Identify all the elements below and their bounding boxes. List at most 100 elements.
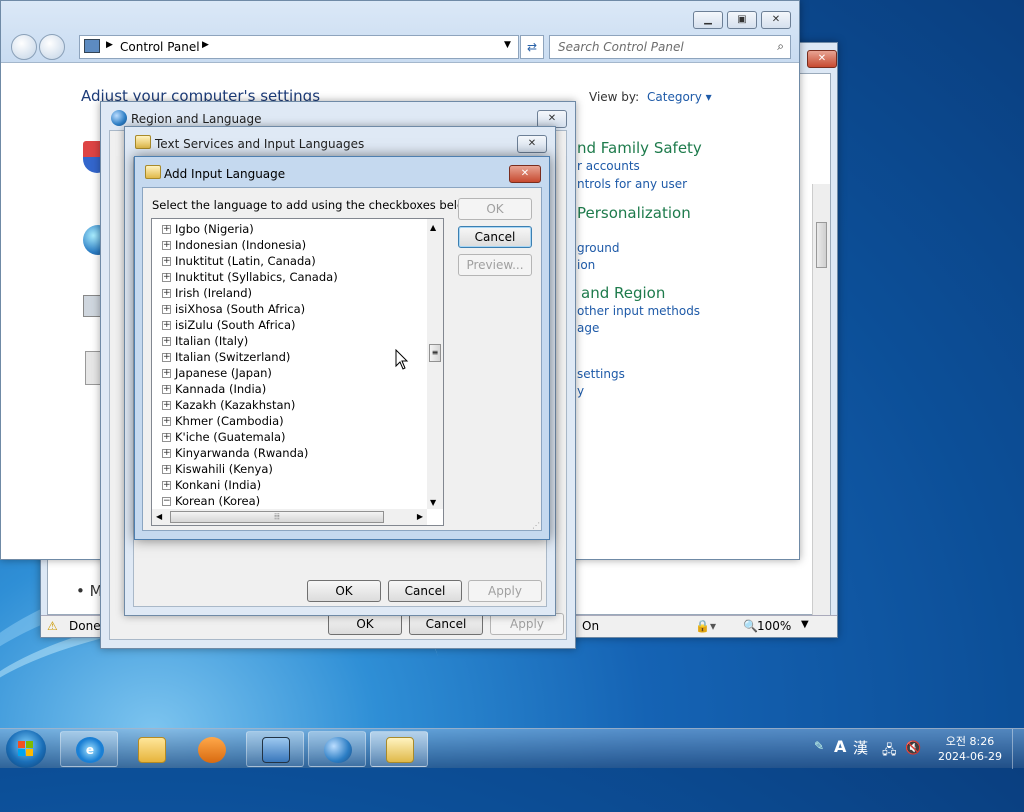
expand-icon[interactable]: +	[162, 225, 171, 234]
expand-icon[interactable]: +	[162, 417, 171, 426]
expand-icon[interactable]: +	[162, 337, 171, 346]
ime-mode[interactable]: A	[834, 737, 846, 756]
preview-button[interactable]: Preview...	[458, 254, 532, 276]
ime-tools-icon[interactable]: ✎	[814, 739, 830, 755]
expand-icon[interactable]: +	[162, 369, 171, 378]
resize-grip-icon[interactable]: ⋰	[532, 521, 540, 530]
cancel-button[interactable]: Cancel	[458, 226, 532, 248]
expand-icon[interactable]: −	[162, 497, 171, 506]
network-icon[interactable]: 🖧	[882, 741, 897, 763]
breadcrumb-arrow-icon[interactable]: ▶	[106, 40, 113, 50]
ime-hanja[interactable]: 漢	[853, 737, 868, 758]
category-link[interactable]: ion	[577, 258, 595, 272]
forward-button[interactable]	[39, 34, 65, 60]
zoom-chevron-down-icon[interactable]: ▼	[801, 619, 809, 630]
category-title-region[interactable]: and Region	[581, 284, 665, 302]
close-icon[interactable]: ✕	[517, 135, 547, 153]
expand-icon[interactable]: +	[162, 289, 171, 298]
breadcrumb-arrow-icon[interactable]: ▶	[202, 40, 209, 50]
category-link[interactable]: other input methods	[577, 304, 700, 318]
ok-button[interactable]: OK	[328, 613, 402, 635]
show-desktop-button[interactable]	[1012, 729, 1024, 769]
expand-icon[interactable]: +	[162, 273, 171, 282]
expand-icon[interactable]: +	[162, 401, 171, 410]
start-orb-icon[interactable]	[6, 730, 46, 768]
category-title-personalization[interactable]: Personalization	[577, 204, 691, 222]
expand-icon[interactable]: +	[162, 257, 171, 266]
refresh-icon[interactable]: ⇄	[520, 35, 544, 59]
category-link[interactable]: r accounts	[577, 159, 640, 173]
category-link[interactable]: y	[577, 384, 584, 398]
category-link[interactable]: ntrols for any user	[577, 177, 687, 191]
minimize-icon[interactable]: ▁	[693, 11, 723, 29]
scroll-right-icon[interactable]: ▶	[417, 512, 423, 521]
vertical-scrollbar[interactable]: ▲ ≡ ▼	[427, 219, 443, 509]
language-tree-item[interactable]: + Inuktitut (Syllabics, Canada)	[152, 269, 427, 285]
taskbar-keyboard[interactable]	[370, 731, 428, 767]
breadcrumb[interactable]: Control Panel	[120, 40, 200, 54]
ok-button[interactable]: OK	[458, 198, 532, 220]
expand-icon[interactable]: +	[162, 353, 171, 362]
language-tree-item[interactable]: + Konkani (India)	[152, 477, 427, 493]
zoom-icon[interactable]: 🔍	[743, 619, 758, 633]
scroll-left-icon[interactable]: ◀	[156, 512, 162, 521]
language-tree-item[interactable]: + Irish (Ireland)	[152, 285, 427, 301]
search-input[interactable]: Search Control Panel ⌕	[549, 35, 791, 59]
expand-icon[interactable]: +	[162, 241, 171, 250]
taskbar-region-language[interactable]	[308, 731, 366, 767]
security-lock-icon[interactable]: 🔒▾	[695, 619, 716, 633]
search-icon[interactable]: ⌕	[777, 39, 784, 54]
expand-icon[interactable]: +	[162, 481, 171, 490]
language-tree-item[interactable]: + K'iche (Guatemala)	[152, 429, 427, 445]
h-scroll-thumb[interactable]: ⦙⦙⦙	[170, 511, 384, 523]
expand-icon[interactable]: +	[162, 465, 171, 474]
language-tree-item[interactable]: + Kinyarwanda (Rwanda)	[152, 445, 427, 461]
browser-scrollbar[interactable]	[812, 184, 830, 632]
expand-icon[interactable]: +	[162, 321, 171, 330]
taskbar-explorer[interactable]	[122, 731, 180, 767]
language-tree-item[interactable]: + Inuktitut (Latin, Canada)	[152, 253, 427, 269]
language-tree-item[interactable]: + isiZulu (South Africa)	[152, 317, 427, 333]
language-tree-item[interactable]: + Igbo (Nigeria)	[152, 221, 427, 237]
language-tree-item[interactable]: + Italian (Switzerland)	[152, 349, 427, 365]
expand-icon[interactable]: +	[162, 385, 171, 394]
clock[interactable]: 오전 8:26 2024-06-29	[934, 734, 1006, 764]
language-tree-item[interactable]: + isiXhosa (South Africa)	[152, 301, 427, 317]
zoom-level[interactable]: 100%	[757, 619, 791, 633]
language-tree-item[interactable]: + Kazakh (Kazakhstan)	[152, 397, 427, 413]
language-tree-item[interactable]: + Kiswahili (Kenya)	[152, 461, 427, 477]
scroll-up-icon[interactable]: ▲	[430, 223, 436, 232]
cancel-button[interactable]: Cancel	[388, 580, 462, 602]
address-chevron-down-icon[interactable]: ▼	[504, 40, 511, 50]
view-by-dropdown[interactable]: Category ▾	[647, 90, 712, 104]
cancel-button[interactable]: Cancel	[409, 613, 483, 635]
address-bar[interactable]: ▶ Control Panel ▶ ▼	[79, 35, 519, 59]
apply-button[interactable]: Apply	[490, 613, 564, 635]
taskbar-internet-explorer[interactable]: e	[60, 731, 118, 767]
scroll-thumb[interactable]: ≡	[429, 344, 441, 362]
language-tree-item[interactable]: + Japanese (Japan)	[152, 365, 427, 381]
ok-button[interactable]: OK	[307, 580, 381, 602]
volume-muted-icon[interactable]: 🔇	[905, 741, 921, 756]
scroll-thumb[interactable]	[816, 222, 827, 268]
category-link[interactable]: settings	[577, 367, 625, 381]
category-link[interactable]: ground	[577, 241, 619, 255]
expand-icon[interactable]: +	[162, 305, 171, 314]
language-tree-item[interactable]: + Italian (Italy)	[152, 333, 427, 349]
language-tree-item[interactable]: + Kannada (India)	[152, 381, 427, 397]
category-title-family-safety[interactable]: nd Family Safety	[577, 139, 702, 157]
scroll-down-icon[interactable]: ▼	[430, 498, 436, 507]
language-tree-item[interactable]: + Khmer (Cambodia)	[152, 413, 427, 429]
expand-icon[interactable]: +	[162, 449, 171, 458]
apply-button[interactable]: Apply	[468, 580, 542, 602]
close-icon[interactable]: ✕	[761, 11, 791, 29]
close-icon[interactable]: ✕	[509, 165, 541, 183]
horizontal-scrollbar[interactable]: ◀ ⦙⦙⦙ ▶	[152, 509, 427, 525]
language-tree-item[interactable]: + Indonesian (Indonesia)	[152, 237, 427, 253]
close-icon[interactable]: ✕	[807, 50, 837, 68]
maximize-icon[interactable]: ▣	[727, 11, 757, 29]
language-tree-list[interactable]: + Igbo (Nigeria) + Indonesian (Indonesia) + I…	[151, 218, 444, 526]
language-tree-item[interactable]: − Korean (Korea)	[152, 493, 427, 509]
back-button[interactable]	[11, 34, 37, 60]
taskbar-media-player[interactable]	[182, 731, 240, 767]
